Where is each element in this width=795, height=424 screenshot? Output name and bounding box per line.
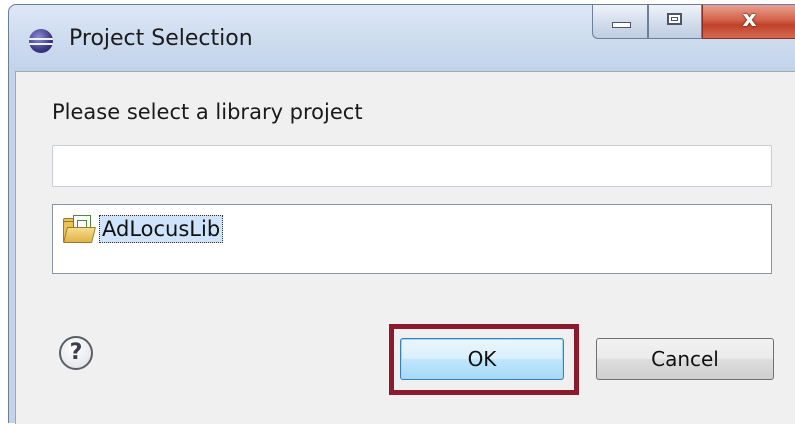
cancel-button[interactable]: Cancel	[596, 338, 774, 380]
window-title: Project Selection	[69, 26, 253, 51]
dialog-prompt: Please select a library project	[52, 100, 363, 124]
project-selection-window: Project Selection x Please select a libr…	[8, 4, 795, 424]
help-icon[interactable]: ?	[59, 336, 93, 370]
dialog-body: Please select a library project AdLocusL…	[15, 71, 795, 424]
project-list[interactable]: AdLocusLib	[52, 204, 772, 274]
maximize-icon	[667, 13, 682, 25]
filter-input[interactable]	[52, 145, 772, 187]
maximize-button[interactable]	[648, 5, 702, 39]
close-button[interactable]: x	[702, 5, 795, 39]
eclipse-icon	[29, 29, 53, 53]
ok-button[interactable]: OK	[400, 338, 564, 380]
close-icon: x	[742, 7, 757, 32]
minimize-icon	[612, 22, 631, 28]
list-item-label: AdLocusLib	[99, 215, 224, 243]
project-folder-icon	[63, 215, 96, 243]
minimize-button[interactable]	[592, 5, 648, 39]
title-bar[interactable]: Project Selection x	[9, 5, 795, 71]
list-item[interactable]: AdLocusLib	[63, 211, 224, 247]
